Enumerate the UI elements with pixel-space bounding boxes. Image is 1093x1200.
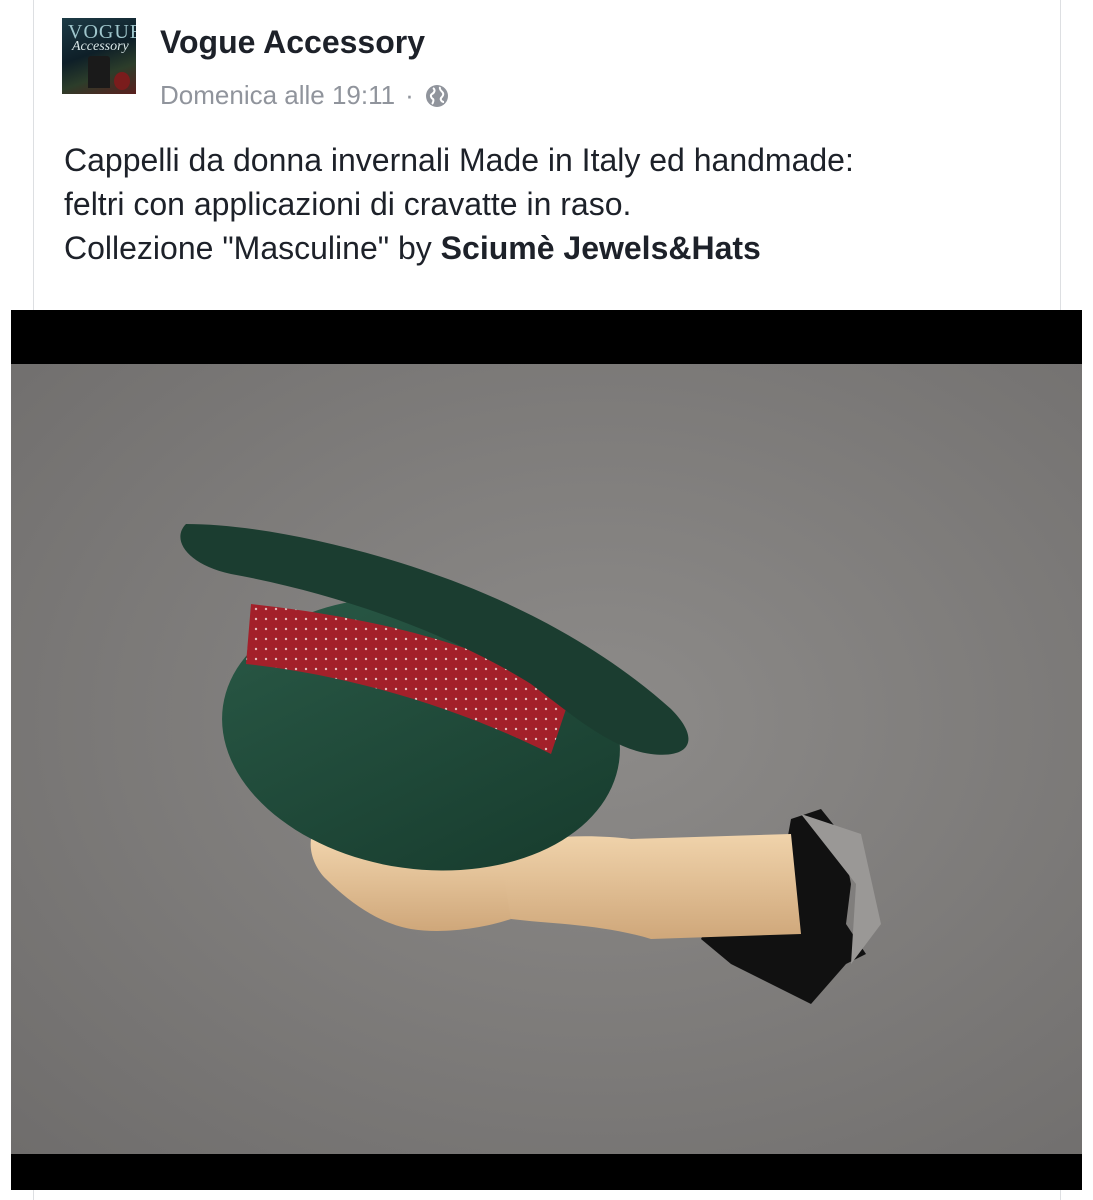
globe-icon[interactable] <box>424 83 450 109</box>
post-body: Cappelli da donna invernali Made in Ital… <box>64 138 1044 270</box>
meta-separator: · <box>405 80 414 110</box>
post-text-line-3: Collezione "Masculine" by Sciumè Jewels&… <box>64 226 1044 270</box>
page-name-link[interactable]: Vogue Accessory <box>160 24 425 61</box>
avatar-accent <box>114 72 130 90</box>
post-text-line-3-prefix: Collezione "Masculine" by <box>64 230 432 266</box>
post-media[interactable] <box>11 310 1082 1190</box>
post-text-line-1: Cappelli da donna invernali Made in Ital… <box>64 142 854 178</box>
post-meta: Domenica alle 19:11 · <box>160 80 450 111</box>
post-photo <box>11 364 1082 1154</box>
post-timestamp[interactable]: Domenica alle 19:11 <box>160 80 395 111</box>
post-text-line-2: feltri con applicazioni di cravatte in r… <box>64 186 632 222</box>
avatar-figure <box>88 56 110 88</box>
mention-link[interactable]: Sciumè Jewels&Hats <box>441 230 761 266</box>
avatar-sub-text: Accessory <box>72 39 129 54</box>
page-avatar[interactable]: VOGUE Accessory <box>62 18 136 94</box>
